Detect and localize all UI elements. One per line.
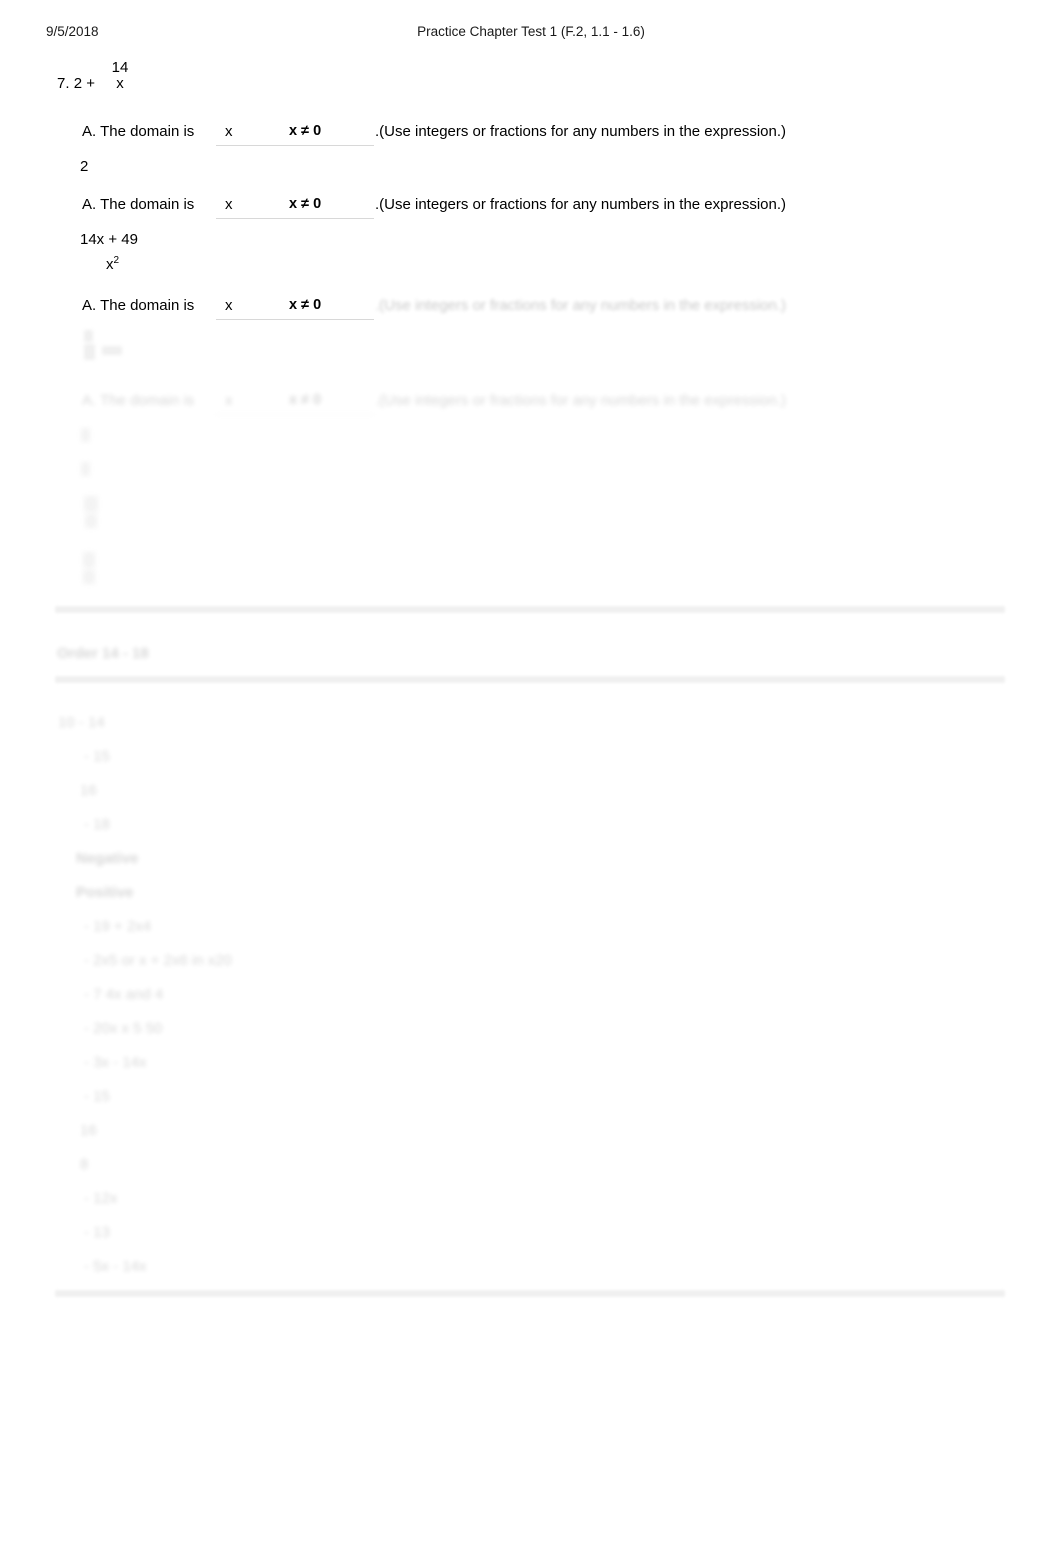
problem-lead: 2 + <box>73 75 95 92</box>
denominator-exponent: 2 <box>113 255 120 266</box>
fraction-numerator: 14 <box>111 59 129 76</box>
faded-list-item-3: 16 <box>80 782 97 799</box>
faded-list-item-1: 10 - 14 <box>58 714 105 731</box>
answer-tail-3: .(Use integers or fractions for any numb… <box>375 297 787 314</box>
faded-list-item-14: 8 <box>80 1156 89 1173</box>
faded-list-item-5: Negative <box>76 850 139 867</box>
faded-mark-2 <box>81 462 90 476</box>
faded-list-item-10: - 20x x 5 50 <box>84 1020 163 1037</box>
faded-list-item-13: 16 <box>80 1122 97 1139</box>
answer-label-4: A. The domain is <box>82 392 195 409</box>
faded-list-item-11: - 3x - 14x <box>84 1054 147 1071</box>
faded-list-item-12: - 15 <box>84 1088 110 1105</box>
answer-tail-2: .(Use integers or fractions for any numb… <box>375 196 787 213</box>
problem-number-and-lead: 7. 2 + <box>57 75 95 92</box>
answer-input-3[interactable] <box>216 297 374 320</box>
answer-label-2: A. The domain is <box>82 196 195 213</box>
faded-list-item-4: - 18 <box>84 816 110 833</box>
faded-list-item-8: - 2x5 or x + 2x6 in x20 <box>84 952 232 969</box>
answer-input-1[interactable] <box>216 123 374 146</box>
faded-list-item-17: - 5x - 14x <box>84 1258 147 1275</box>
answer-input-2[interactable] <box>216 196 374 219</box>
answer-label-3: A. The domain is <box>82 297 195 314</box>
answer-tail-4: .(Use integers or fractions for any numb… <box>375 392 787 409</box>
faded-mark-4 <box>85 514 97 528</box>
answer-label-1: A. The domain is <box>82 123 195 140</box>
answer-expression-2-denominator: x2 <box>106 255 119 273</box>
faded-mark-5 <box>83 552 95 568</box>
faded-list-item-15: - 12x <box>84 1190 118 1207</box>
section-divider-3 <box>55 1290 1005 1297</box>
denominator-base: x <box>106 256 114 273</box>
faded-glyph-a <box>84 330 93 342</box>
faded-mark-1 <box>81 428 90 442</box>
header-title: Practice Chapter Test 1 (F.2, 1.1 - 1.6) <box>417 24 645 39</box>
answer-expression-2-numerator: 14x + 49 <box>80 231 138 248</box>
fraction-denominator: x <box>116 74 124 92</box>
faded-glyph-b <box>84 344 95 360</box>
faded-list-item-6: Positive <box>76 884 134 901</box>
section-divider-2 <box>55 676 1005 683</box>
answer-expression-1: 2 <box>80 158 89 175</box>
faded-mark-6 <box>83 570 95 584</box>
faded-list-item-16: - 13 <box>84 1224 110 1241</box>
answer-input-4[interactable] <box>216 392 374 415</box>
faded-mark-3 <box>84 496 98 512</box>
faded-list-item-2: - 15 <box>84 748 110 765</box>
problem-fraction: 14 x <box>108 60 132 92</box>
faded-list-item-7: - 19 + 2x4 <box>84 918 152 935</box>
document-page: 9/5/2018 Practice Chapter Test 1 (F.2, 1… <box>0 0 1062 1554</box>
faded-glyph-c <box>102 346 122 355</box>
problem-number: 7. <box>57 75 70 92</box>
faded-list-item-9: - 7 4x and 4 <box>84 986 164 1003</box>
answer-tail-1: .(Use integers or fractions for any numb… <box>375 123 787 140</box>
section-divider-1 <box>55 606 1005 613</box>
faded-section-heading: Order 14 - 18 <box>57 645 149 662</box>
